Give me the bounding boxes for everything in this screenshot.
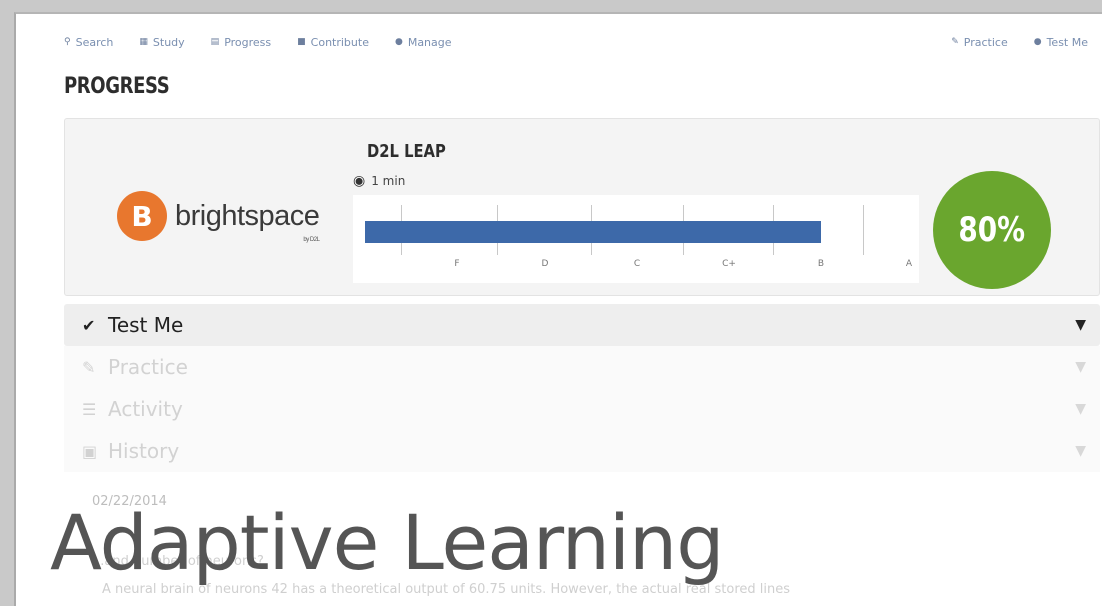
- nav-progress[interactable]: ▤ Progress: [211, 36, 271, 49]
- nav-test-me[interactable]: ● Test Me: [1034, 36, 1088, 49]
- nav-progress-label: Progress: [224, 35, 272, 49]
- time-spent: ◉ 1 min: [353, 173, 405, 189]
- section-history-label: History: [108, 439, 180, 463]
- page-title: PROGRESS: [64, 74, 170, 99]
- course-progress-card: B brightspace by D2L D2L LEAP ◉ 1 min F …: [64, 118, 1100, 296]
- caret-down-icon: ▼: [1075, 317, 1086, 333]
- section-test-me[interactable]: ✔ Test Me ▼: [64, 304, 1100, 346]
- nav-manage-label: Manage: [407, 35, 452, 49]
- section-activity[interactable]: ☰ Activity ▼: [64, 388, 1100, 430]
- top-nav-right: ✎ Practice ● Test Me: [951, 36, 1088, 49]
- course-title: D2L LEAP: [367, 141, 446, 162]
- caret-down-icon: ▼: [1075, 359, 1086, 375]
- section-activity-label: Activity: [108, 397, 183, 421]
- progress-icon: ▤: [210, 37, 220, 47]
- section-history[interactable]: ▣ History ▼: [64, 430, 1100, 472]
- caret-down-icon: ▼: [1075, 443, 1086, 459]
- nav-practice-label: Practice: [963, 35, 1008, 49]
- nav-contribute[interactable]: ■ Contribute: [297, 36, 369, 49]
- pencil-icon: ✎: [951, 37, 959, 47]
- grade-gridline: [863, 205, 864, 255]
- nav-practice[interactable]: ✎ Practice: [951, 36, 1007, 49]
- eye-icon: ◉: [353, 173, 366, 189]
- brightspace-logo: B brightspace by D2L: [117, 191, 320, 243]
- logo-subtext: by D2L: [303, 236, 320, 243]
- manage-icon: ●: [394, 37, 403, 47]
- top-nav-left: ⚲ Search ▦ Study ▤ Progress ■ Contribute…: [64, 36, 452, 49]
- nav-test-me-label: Test Me: [1046, 35, 1088, 49]
- contribute-icon: ■: [297, 37, 306, 47]
- brightspace-logo-text: brightspace by D2L: [175, 199, 320, 243]
- app-frame: ⚲ Search ▦ Study ▤ Progress ■ Contribute…: [14, 12, 1102, 606]
- brightspace-logo-icon: B: [117, 191, 167, 241]
- check-circle-icon: ✔: [82, 315, 96, 335]
- nav-contribute-label: Contribute: [310, 35, 369, 49]
- search-icon: ⚲: [64, 37, 71, 47]
- nav-study[interactable]: ▦ Study: [139, 36, 184, 49]
- section-practice-label: Practice: [108, 355, 188, 379]
- score-value: 80%: [958, 210, 1026, 250]
- section-practice[interactable]: ✎ Practice ▼: [64, 346, 1100, 388]
- study-icon: ▦: [139, 37, 148, 47]
- grade-label-b: B: [817, 259, 825, 269]
- grade-label-c-plus: C+: [722, 259, 736, 269]
- check-circle-icon: ●: [1033, 37, 1042, 47]
- progress-bar-fill: [365, 221, 821, 243]
- overlay-title: Adaptive Learning: [50, 498, 724, 587]
- pencil-icon: ✎: [82, 357, 96, 377]
- top-nav: ⚲ Search ▦ Study ▤ Progress ■ Contribute…: [16, 28, 1102, 56]
- nav-search-label: Search: [75, 35, 114, 49]
- grade-label-f: F: [454, 259, 460, 269]
- score-badge: 80%: [933, 171, 1051, 289]
- time-spent-value: 1 min: [371, 174, 406, 188]
- caret-down-icon: ▼: [1075, 401, 1086, 417]
- nav-search[interactable]: ⚲ Search: [64, 36, 113, 49]
- nav-study-label: Study: [152, 35, 185, 49]
- progress-bar-track: [365, 221, 855, 243]
- calendar-icon: ▣: [82, 441, 98, 461]
- grade-label-d: D: [541, 259, 549, 269]
- progress-chart: F D C C+ B A: [353, 195, 919, 283]
- section-test-me-label: Test Me: [108, 313, 184, 337]
- nav-manage[interactable]: ● Manage: [395, 36, 452, 49]
- list-icon: ☰: [82, 399, 97, 419]
- grade-label-a: A: [905, 259, 913, 269]
- grade-label-c: C: [633, 259, 641, 269]
- logo-wordmark: brightspace: [175, 199, 320, 232]
